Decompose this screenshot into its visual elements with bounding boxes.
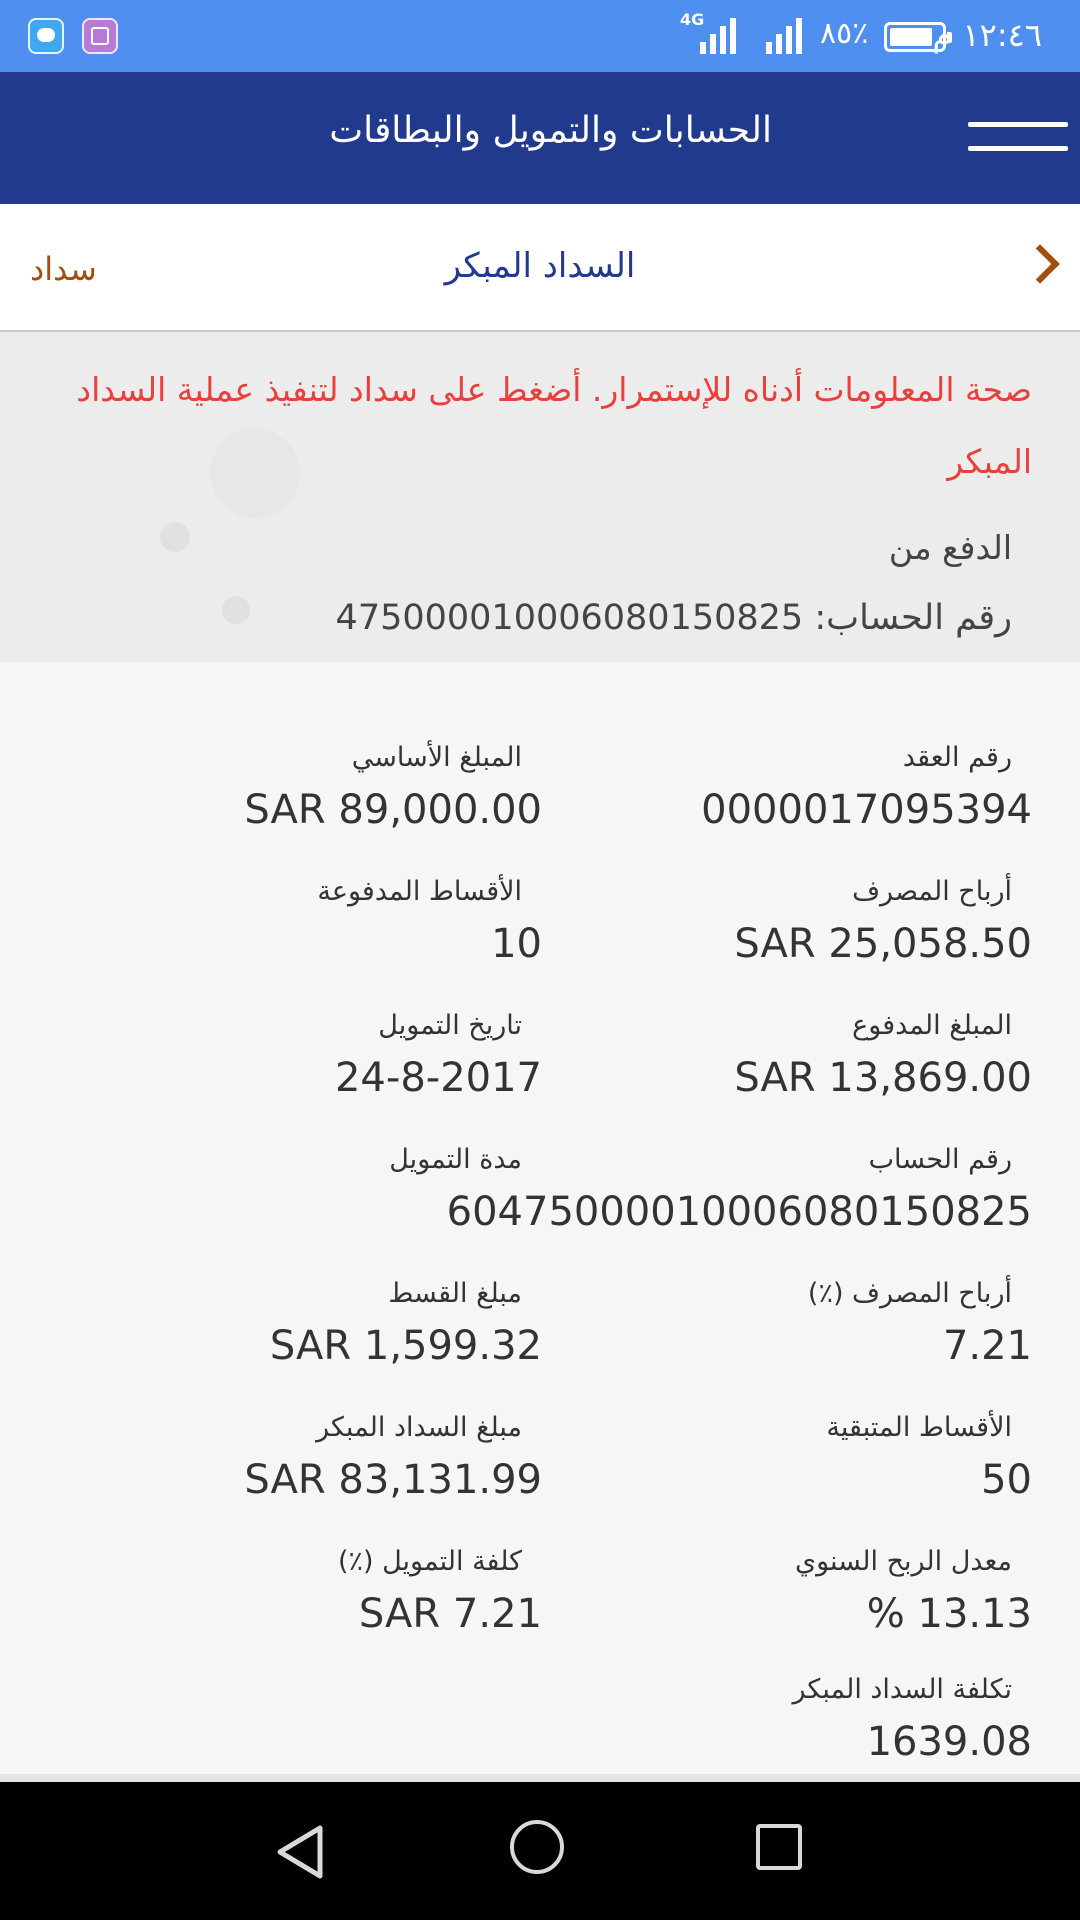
field-label: مبلغ السداد المبكر: [316, 1412, 522, 1443]
field-value: 604750000100060801508​25: [446, 1189, 1032, 1235]
page-title: الحسابات والتمويل والبطاقات: [329, 110, 772, 151]
field-label: أرباح المصرف: [852, 876, 1012, 907]
early-payment-amount-field: مبلغ السداد المبكر SAR 83,131.99: [244, 1412, 542, 1503]
field-value: 0000017095394: [701, 787, 1032, 833]
section-title: السداد المبكر: [444, 246, 636, 286]
contract-number-field: رقم العقد 0000017095394: [701, 742, 1032, 833]
bank-profit-field: أرباح المصرف SAR 25,058.50: [734, 876, 1032, 967]
finance-term-field: مدة التمويل: [389, 1144, 542, 1175]
field-value: % 13.13: [866, 1591, 1032, 1637]
bank-profit-pct-field: أرباح المصرف (٪) 7.21: [808, 1278, 1032, 1369]
field-value: 1639.08: [866, 1719, 1032, 1765]
field-label: كلفة التمويل (٪): [337, 1546, 522, 1577]
field-label: تاريخ التمويل: [378, 1010, 522, 1041]
status-bar: 4G ٨٥٪ ١٢:٤٦ م: [0, 0, 1080, 72]
clock: ١٢:٤٦ م: [932, 16, 1042, 54]
pay-from-account: رقم الحساب: 4750000100060801508​25: [336, 598, 1012, 638]
nav-recent-apps-icon[interactable]: [756, 1824, 802, 1870]
decorative-dot: [222, 596, 250, 624]
nav-home-icon[interactable]: [510, 1820, 564, 1874]
field-value: SAR 7.21: [358, 1591, 542, 1637]
signal-icon: [700, 16, 746, 54]
early-payment-cost-field: تكلفة السداد المبكر 1639.08: [793, 1674, 1032, 1765]
nav-back-icon[interactable]: [274, 1824, 326, 1880]
field-label: الأقساط المتبقية: [826, 1412, 1012, 1443]
account-label: رقم الحساب:: [814, 598, 1012, 638]
pay-from-label: الدفع من: [888, 528, 1012, 567]
field-value: SAR 89,000.00: [244, 787, 542, 833]
field-label: مبلغ القسط: [388, 1278, 522, 1309]
field-label: الأقساط المدفوعة: [317, 876, 522, 907]
field-value: SAR 25,058.50: [734, 921, 1032, 967]
field-value: SAR 83,131.99: [244, 1457, 542, 1503]
field-label: رقم العقد: [902, 742, 1012, 773]
field-value: SAR 13,869.00: [734, 1055, 1032, 1101]
paid-installments-field: الأقساط المدفوعة 10: [317, 876, 542, 967]
field-label: أرباح المصرف (٪): [807, 1278, 1012, 1309]
hamburger-menu-icon[interactable]: [968, 120, 1068, 164]
instruction-message: صحة المعلومات أدناه للإستمرار. أضغط على …: [76, 370, 1032, 481]
gallery-icon: [82, 18, 118, 54]
sub-header: سداد السداد المبكر: [0, 204, 1080, 332]
paid-amount-field: المبلغ المدفوع SAR 13,869.00: [734, 1010, 1032, 1101]
field-label: تكلفة السداد المبكر: [792, 1674, 1012, 1705]
field-label: مدة التمويل: [389, 1144, 522, 1175]
field-value: 7.21: [942, 1323, 1032, 1369]
field-label: المبلغ الأساسي: [351, 742, 522, 773]
field-value: 24-8-2017: [334, 1055, 542, 1101]
finance-date-field: تاريخ التمويل 24-8-2017: [335, 1010, 542, 1101]
installment-amount-field: مبلغ القسط SAR 1,599.32: [270, 1278, 542, 1369]
signal-icon: [766, 16, 812, 54]
messages-icon: [28, 18, 64, 54]
loan-details: رقم العقد 0000017095394 المبلغ الأساسي S…: [0, 662, 1080, 1774]
app-header: الحسابات والتمويل والبطاقات: [0, 72, 1080, 204]
field-label: معدل الربح السنوي: [794, 1546, 1012, 1577]
notice-panel: صحة المعلومات أدناه للإستمرار. أضغط على …: [0, 332, 1080, 662]
principal-amount-field: المبلغ الأساسي SAR 89,000.00: [244, 742, 542, 833]
field-value: 50: [981, 1457, 1032, 1503]
field-label: المبلغ المدفوع: [852, 1010, 1012, 1041]
battery-percent: ٨٥٪: [820, 16, 869, 51]
account-number: 4750000100060801508​25: [335, 598, 804, 638]
field-value: SAR 1,599.32: [269, 1323, 542, 1369]
finance-cost-pct-field: كلفة التمويل (٪) SAR 7.21: [338, 1546, 542, 1637]
annual-profit-rate-field: معدل الربح السنوي % 13.13: [795, 1546, 1032, 1637]
remaining-installments-field: الأقساط المتبقية 50: [826, 1412, 1032, 1503]
field-value: 10: [491, 921, 542, 967]
system-nav-bar: [0, 1774, 1080, 1920]
decorative-dot: [160, 522, 190, 552]
